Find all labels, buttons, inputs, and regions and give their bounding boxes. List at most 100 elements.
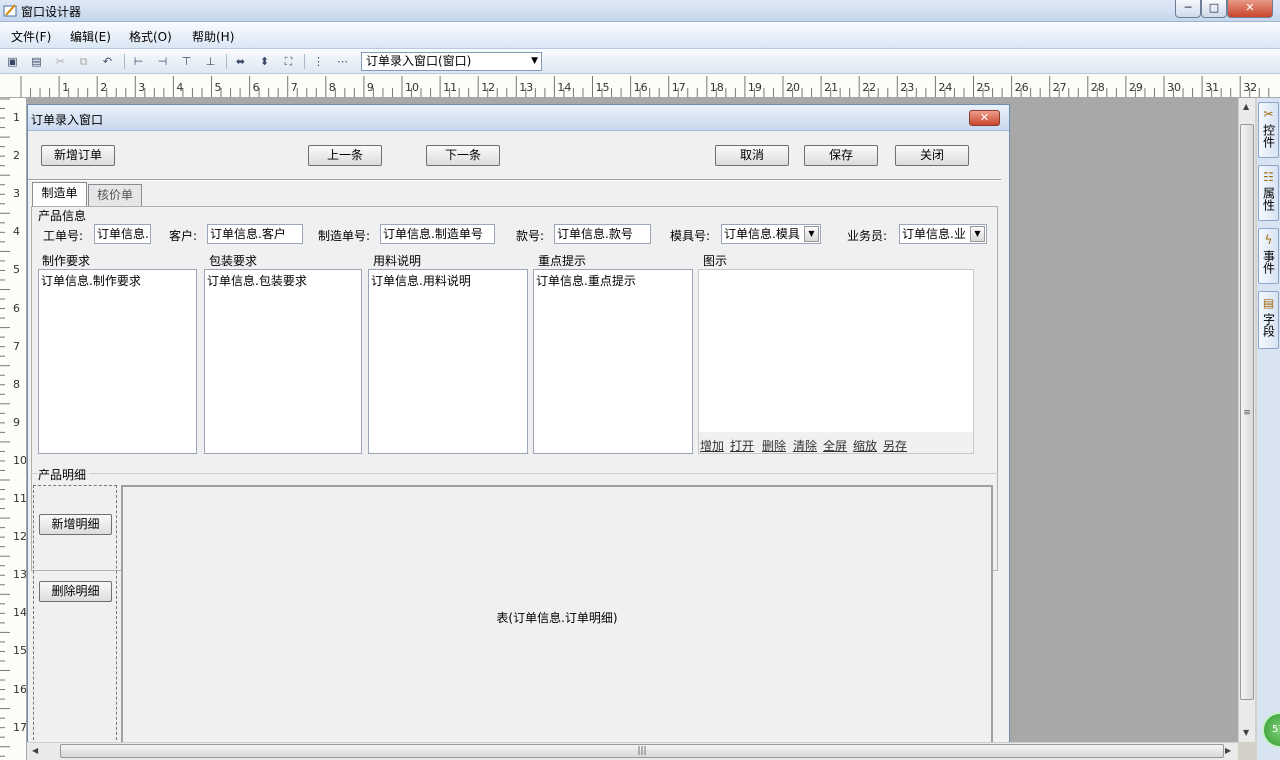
ruler-number: 3 — [138, 81, 146, 94]
picture-label: 图示 — [703, 254, 728, 268]
window-select[interactable]: 订单录入窗口(窗口) ▼ — [361, 52, 542, 71]
dock-tab-events[interactable]: ϟ 事件 — [1258, 228, 1279, 284]
copy-icon[interactable]: ⧉ — [75, 53, 92, 70]
ruler-number: 6 — [252, 81, 260, 94]
properties-icon: ☷ — [1263, 170, 1274, 184]
ruler-number: 6 — [13, 301, 20, 315]
ruler-number: 19 — [747, 81, 762, 94]
horizontal-scrollbar[interactable]: ◀ ||| ▶ — [27, 742, 1238, 760]
same-height-icon[interactable]: ⬍ — [256, 53, 273, 70]
ruler-number: 18 — [709, 81, 724, 94]
dock-tab-fields[interactable]: ▤ 字段 — [1258, 291, 1279, 349]
list-icon: ▤ — [1262, 296, 1275, 310]
save-button[interactable]: 保存 — [804, 145, 878, 166]
vertical-spacing-icon[interactable]: ⋮ — [310, 53, 327, 70]
scroll-left-icon[interactable]: ◀ — [32, 746, 38, 755]
mold-no-combo[interactable]: 订单信息.模具 ▼ — [721, 224, 821, 244]
toolbar-separator — [124, 54, 125, 69]
cut-icon[interactable]: ✂ — [52, 53, 69, 70]
vertical-scroll-thumb[interactable]: ≡ — [1240, 124, 1254, 700]
picture-canvas[interactable] — [699, 270, 973, 432]
design-window-titlebar[interactable]: 订单录入窗口 ✕ — [28, 105, 1009, 131]
undo-icon[interactable]: ↶ — [99, 53, 116, 70]
minimize-button[interactable]: ─ — [1175, 0, 1201, 18]
picture-save-as-link[interactable]: 另存 — [883, 437, 907, 454]
close-button[interactable]: 关闭 — [895, 145, 969, 166]
ruler-number: 17 — [671, 81, 686, 94]
align-top-icon[interactable]: ⊤ — [178, 53, 195, 70]
ruler-number: 1 — [62, 81, 70, 94]
ruler-number: 12 — [13, 530, 27, 544]
job-no-field[interactable]: 订单信息. — [94, 224, 151, 244]
picture-add-link[interactable]: 增加 — [700, 437, 724, 454]
align-left-icon[interactable]: ⊢ — [130, 53, 147, 70]
menu-file[interactable]: 文件(F) — [11, 28, 51, 45]
salesperson-value: 订单信息.业 — [902, 227, 966, 241]
prev-record-button[interactable]: 上一条 — [308, 145, 382, 166]
toolbar: ▣ ▤ ✂ ⧉ ↶ ⊢ ⊣ ⊤ ⊥ ⬌ ⬍ ⛶ ⋮ ⋯ 订单录入窗口(窗口) ▼ — [0, 49, 1280, 74]
same-width-icon[interactable]: ⬌ — [232, 53, 249, 70]
picture-open-link[interactable]: 打开 — [730, 437, 754, 454]
order-detail-table[interactable]: 表(订单信息.订单明细) — [121, 485, 993, 745]
save-icon[interactable]: ▣ — [4, 53, 21, 70]
picture-zoom-link[interactable]: 缩放 — [853, 437, 877, 454]
tab-pricing-order[interactable]: 核价单 — [88, 184, 142, 206]
picture-box[interactable] — [698, 269, 974, 454]
ruler-number: 5 — [214, 81, 222, 94]
tab-manufacturing-order[interactable]: 制造单 — [32, 182, 87, 206]
chevron-down-icon[interactable]: ▼ — [970, 226, 985, 242]
next-record-button[interactable]: 下一条 — [426, 145, 500, 166]
material-notes-textarea[interactable]: 订单信息.用料说明 — [368, 269, 528, 454]
design-window-close-button[interactable]: ✕ — [969, 110, 1000, 126]
ruler-number: 14 — [13, 606, 27, 620]
dock-tab-controls[interactable]: ✂ 控件 — [1258, 102, 1279, 158]
vertical-scrollbar[interactable]: ▲ ≡ ▼ — [1238, 98, 1255, 742]
picture-fullscreen-link[interactable]: 全屏 — [823, 437, 847, 454]
title-bar: 窗口设计器 ─ □ ✕ — [0, 0, 1280, 22]
delete-detail-button[interactable]: 删除明细 — [39, 581, 112, 602]
align-bottom-icon[interactable]: ⊥ — [202, 53, 219, 70]
add-detail-button[interactable]: 新增明细 — [39, 514, 112, 535]
cancel-button[interactable]: 取消 — [715, 145, 789, 166]
menu-bar: 文件(F) 编辑(E) 格式(O) 帮助(H) — [0, 22, 1280, 49]
new-order-button[interactable]: 新增订单 — [41, 145, 115, 166]
menu-format[interactable]: 格式(O) — [129, 28, 172, 45]
menu-edit[interactable]: 编辑(E) — [70, 28, 111, 45]
ruler-number: 7 — [290, 81, 298, 94]
window-select-value: 订单录入窗口(窗口) — [366, 54, 472, 68]
tools-icon: ✂ — [1263, 107, 1274, 121]
ruler-number: 5 — [13, 263, 20, 277]
design-window[interactable]: 订单录入窗口 ✕ 新增订单 上一条 下一条 取消 保存 关闭 产品信息 工单号:… — [27, 104, 1010, 745]
salesperson-combo[interactable]: 订单信息.业 ▼ — [899, 224, 987, 244]
toolbar-separator — [304, 54, 305, 69]
picture-delete-link[interactable]: 删除 — [762, 437, 786, 454]
style-no-field[interactable]: 订单信息.款号 — [554, 224, 651, 244]
production-requirements-textarea[interactable]: 订单信息.制作要求 — [38, 269, 197, 454]
menu-help[interactable]: 帮助(H) — [192, 28, 234, 45]
close-window-button[interactable]: ✕ — [1227, 0, 1273, 18]
ruler-number: 13 — [519, 81, 534, 94]
customer-field[interactable]: 订单信息.客户 — [207, 224, 303, 244]
save-all-icon[interactable]: ▤ — [28, 53, 45, 70]
ruler-number: 9 — [366, 81, 374, 94]
ruler-number: 2 — [13, 149, 20, 163]
maximize-button[interactable]: □ — [1201, 0, 1227, 18]
scroll-down-icon[interactable]: ▼ — [1243, 728, 1249, 737]
dock-tab-properties-label: 属性 — [1261, 187, 1276, 211]
key-notes-textarea[interactable]: 订单信息.重点提示 — [533, 269, 693, 454]
mfg-no-field[interactable]: 订单信息.制造单号 — [380, 224, 495, 244]
scroll-right-icon[interactable]: ▶ — [1225, 746, 1231, 755]
material-notes-label: 用料说明 — [373, 254, 422, 268]
horizontal-scroll-thumb[interactable]: ||| — [60, 744, 1224, 758]
packaging-requirements-textarea[interactable]: 订单信息.包装要求 — [204, 269, 362, 454]
ruler-number: 9 — [13, 415, 20, 429]
dock-tab-properties[interactable]: ☷ 属性 — [1258, 165, 1279, 221]
ruler-number: 28 — [1090, 81, 1105, 94]
scroll-up-icon[interactable]: ▲ — [1243, 102, 1249, 111]
chevron-down-icon[interactable]: ▼ — [804, 226, 819, 242]
horizontal-spacing-icon[interactable]: ⋯ — [334, 53, 351, 70]
picture-clear-link[interactable]: 清除 — [793, 437, 817, 454]
align-right-icon[interactable]: ⊣ — [154, 53, 171, 70]
same-size-icon[interactable]: ⛶ — [280, 53, 297, 70]
ruler-number: 23 — [900, 81, 915, 94]
